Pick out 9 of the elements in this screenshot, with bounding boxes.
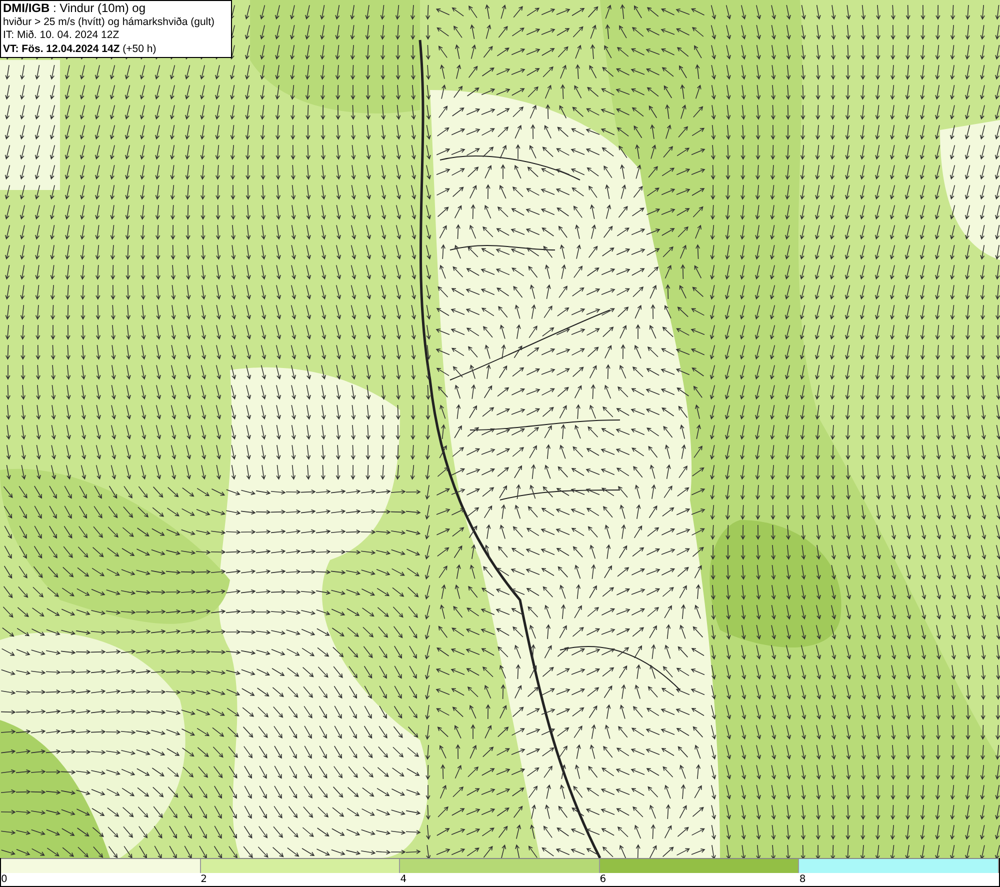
header-line: hviður > 25 m/s (hvítt) og hámarkshviða (gult) bbox=[3, 16, 216, 29]
scale-tick-label: 0 bbox=[1, 874, 8, 885]
scale-tick-label: 2 bbox=[200, 874, 207, 885]
header-line: VT: Fös. 12.04.2024 14Z (+50 h) bbox=[3, 42, 158, 56]
header-line: DMI/IGB : Vindur (10m) og bbox=[3, 2, 146, 16]
header-line: IT: Mið. 10. 04. 2024 12Z bbox=[3, 29, 120, 42]
scale-tick-label: 6 bbox=[600, 874, 606, 885]
scale-tick-label: 8 bbox=[799, 874, 806, 885]
scale-tick-label: 4 bbox=[400, 874, 407, 885]
